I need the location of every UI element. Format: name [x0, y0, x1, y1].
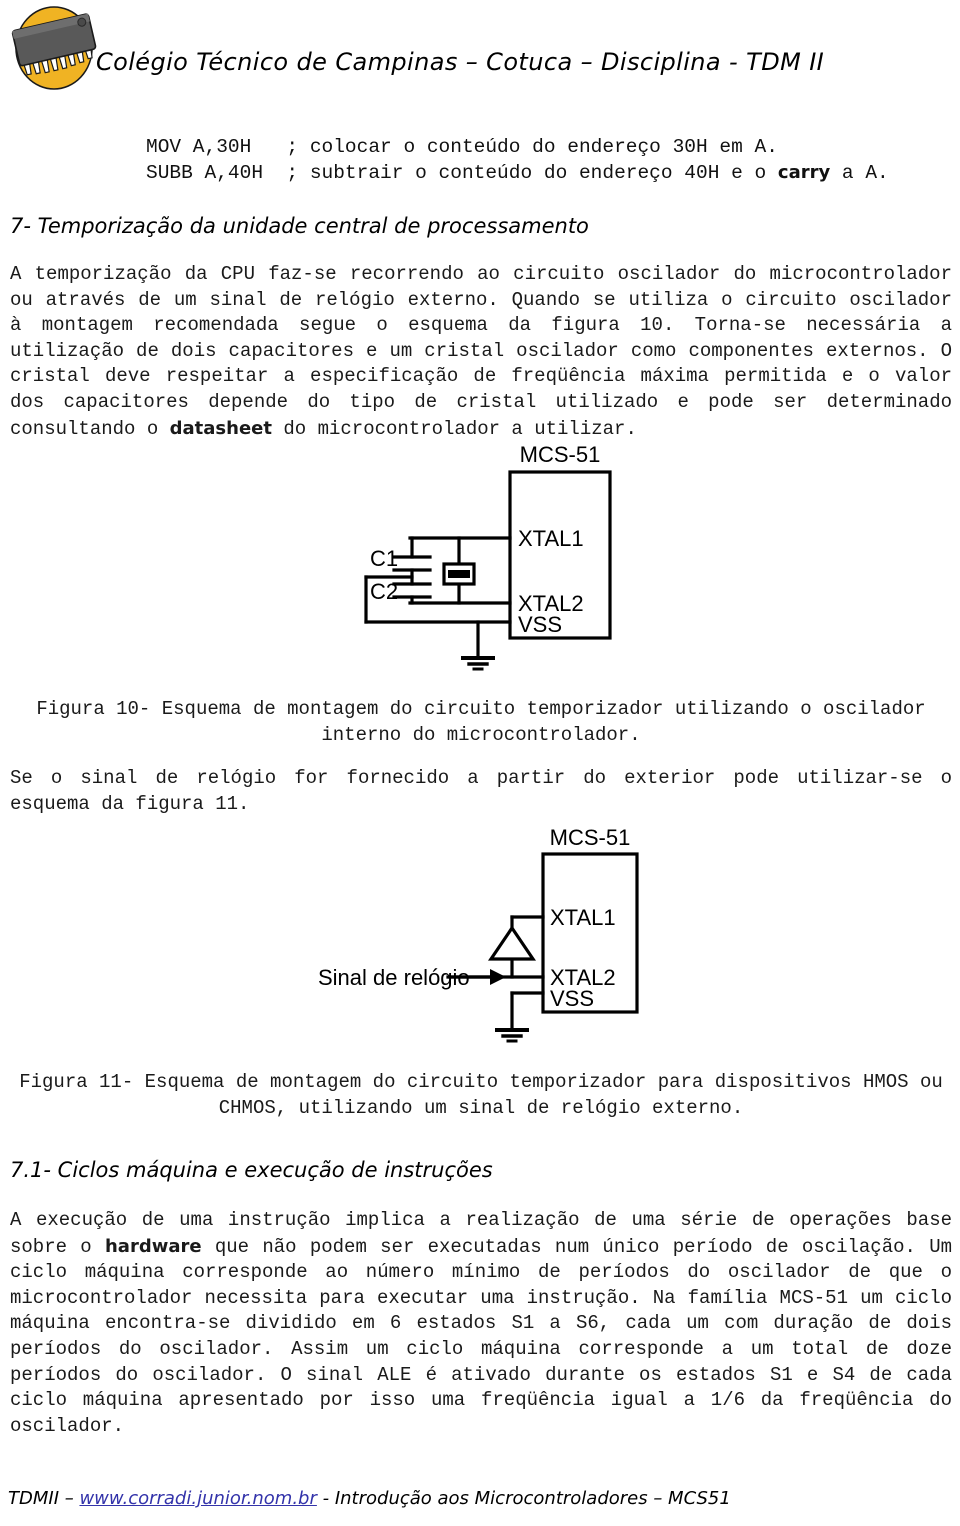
figure-10-oscillator-schematic: MCS-51 XTAL1 XTAL2 VSS C1 C2 — [330, 440, 660, 680]
figure-11-pin-vss: VSS — [550, 986, 594, 1011]
document-footer: TDMII – www.corradi.junior.nom.br - Intr… — [8, 1488, 731, 1509]
figure-11-chip-label: MCS-51 — [550, 825, 631, 850]
section-7-1-paragraph-text-b: que não podem ser executadas num único p… — [10, 1235, 953, 1437]
page-title: Colégio Técnico de Campinas – Cotuca – D… — [96, 48, 825, 76]
code-line-2-after: a A. — [830, 162, 889, 184]
footer-prefix: TDMII – — [8, 1488, 80, 1509]
figure-11-external-clock-schematic: MCS-51 XTAL1 XTAL2 VSS Sinal de relógio — [300, 825, 680, 1060]
section-7-paragraph-text-b: do microcontrolador a utilizar. — [271, 417, 637, 440]
ground-symbol — [461, 656, 495, 671]
section-7-paragraph-text-a: A temporização da CPU faz-se recorrendo … — [10, 263, 952, 440]
section-7-heading: 7- Temporização da unidade central de pr… — [10, 214, 589, 238]
paragraph-between-figures: Se o sinal de relógio for fornecido a pa… — [10, 767, 952, 815]
footer-website-link[interactable]: www.corradi.junior.nom.br — [79, 1488, 316, 1509]
figure-10-pin-xtal1: XTAL1 — [518, 526, 584, 551]
section-7-paragraph: A temporização da CPU faz-se recorrendo … — [10, 262, 952, 442]
code-line-2-bold: carry — [777, 162, 831, 183]
figure-10-capacitor-c2-label: C2 — [370, 579, 398, 604]
code-line-2-before: SUBB A,40H ; subtrair o conteúdo do ende… — [146, 162, 778, 184]
figure-10-capacitor-c1-label: C1 — [370, 546, 398, 571]
figure-10-chip-label: MCS-51 — [520, 442, 601, 467]
footer-suffix: - Introdução aos Microcontroladores – MC… — [316, 1488, 731, 1509]
figure-11-pin-xtal1: XTAL1 — [550, 905, 616, 930]
clock-input-arrow — [490, 969, 506, 985]
section-7-1-paragraph-bold: hardware — [104, 1235, 202, 1257]
inverter-symbol — [487, 925, 537, 961]
assembly-code-listing: MOV A,30H ; colocar o conteúdo do endere… — [146, 134, 889, 186]
figure-11-caption: Figura 11- Esquema de montagem do circui… — [19, 1071, 943, 1119]
document-header: Colégio Técnico de Campinas – Cotuca – D… — [0, 0, 960, 104]
section-7-paragraph-bold: datasheet — [169, 417, 272, 439]
figure-11-clock-input-label: Sinal de relógio — [318, 965, 470, 990]
section-7-1-paragraph: A execução de uma instrução implica a re… — [10, 1208, 952, 1439]
ground-symbol — [495, 1028, 529, 1043]
cotuca-chip-logo — [8, 4, 104, 94]
figure-10-pin-vss: VSS — [518, 612, 562, 637]
code-line-1: MOV A,30H ; colocar o conteúdo do endere… — [146, 136, 778, 158]
figure-10-caption: Figura 10- Esquema de montagem do circui… — [36, 698, 926, 746]
section-7-1-heading: 7.1- Ciclos máquina e execução de instru… — [10, 1158, 493, 1182]
crystal-symbol — [442, 562, 476, 586]
